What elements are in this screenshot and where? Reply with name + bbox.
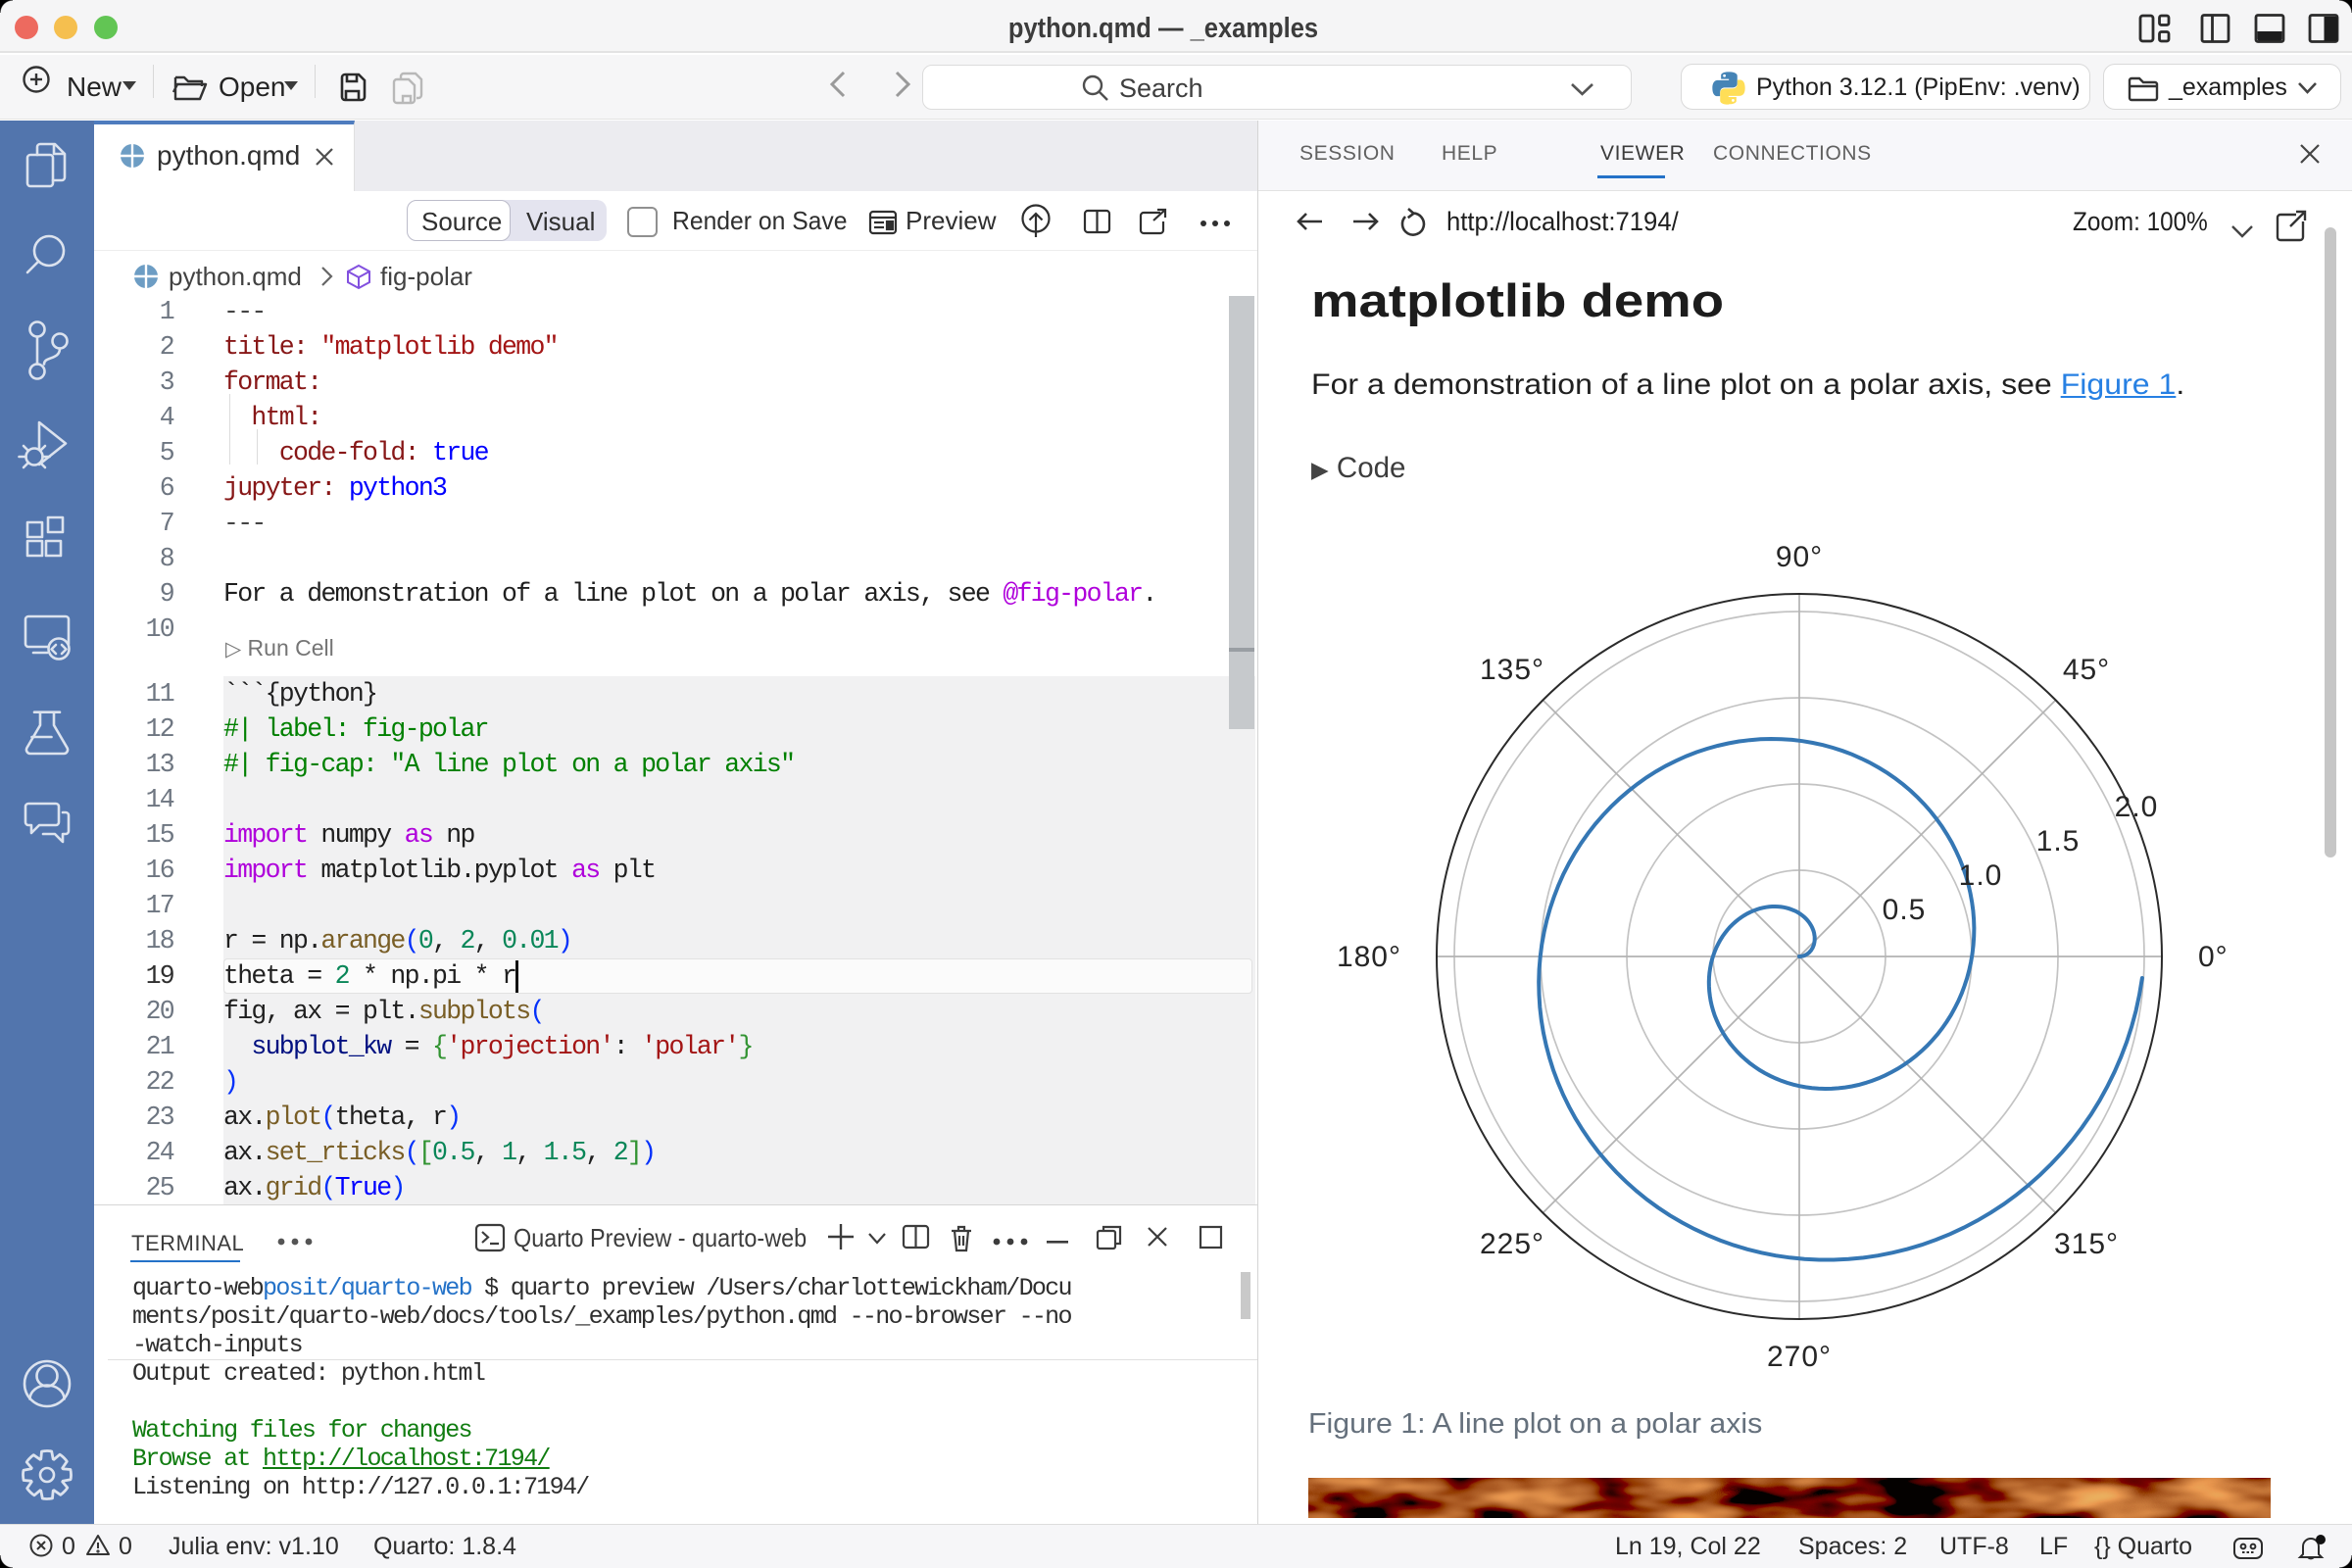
svg-text:180°: 180° (1337, 941, 1401, 973)
svg-text:45°: 45° (2063, 654, 2110, 686)
svg-text:315°: 315° (2054, 1228, 2119, 1260)
svg-text:0.5: 0.5 (1883, 894, 1927, 926)
svg-text:270°: 270° (1767, 1341, 1832, 1373)
svg-text:1.5: 1.5 (2036, 825, 2081, 858)
svg-text:225°: 225° (1480, 1228, 1544, 1260)
svg-text:90°: 90° (1776, 541, 1823, 573)
svg-text:2.0: 2.0 (2115, 791, 2159, 823)
svg-text:1.0: 1.0 (1959, 859, 2003, 892)
svg-text:135°: 135° (1480, 654, 1544, 686)
svg-text:0°: 0° (2198, 941, 2229, 973)
